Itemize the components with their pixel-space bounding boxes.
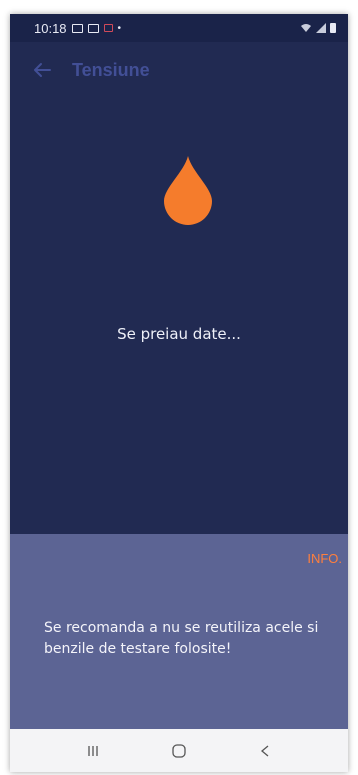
wifi-icon	[301, 24, 311, 32]
back-button[interactable]	[22, 50, 62, 90]
mail-icon	[103, 24, 113, 32]
arrow-left-icon	[34, 63, 51, 77]
nav-back-button[interactable]	[250, 736, 280, 766]
signal-icon	[316, 23, 326, 33]
loading-text: Se preiau date...	[117, 325, 241, 343]
blood-drop-icon	[164, 156, 212, 225]
app-screen: 10:18 • Tensiune Se preiau date... INFO.…	[10, 14, 348, 772]
back-chevron-icon	[260, 745, 269, 756]
battery-icon	[330, 23, 336, 33]
gallery-icon	[87, 23, 99, 33]
info-link[interactable]: INFO.	[307, 551, 342, 566]
status-bar: 10:18 •	[10, 14, 348, 42]
status-right	[300, 23, 336, 33]
info-panel: INFO. Se recomanda a nu se reutiliza ace…	[10, 534, 348, 729]
home-icon	[172, 743, 186, 758]
app-bar: Tensiune	[10, 42, 348, 98]
recents-button[interactable]	[78, 736, 108, 766]
info-message: Se recomanda a nu se reutiliza acele si …	[44, 620, 319, 657]
page-title: Tensiune	[72, 59, 150, 80]
image-icon	[71, 23, 83, 33]
dot-icon: •	[117, 22, 122, 34]
recents-icon	[88, 745, 98, 756]
status-time: 10:18	[34, 20, 67, 36]
status-left: 10:18 •	[34, 21, 121, 36]
home-button[interactable]	[164, 736, 194, 766]
system-nav-bar	[10, 729, 348, 772]
